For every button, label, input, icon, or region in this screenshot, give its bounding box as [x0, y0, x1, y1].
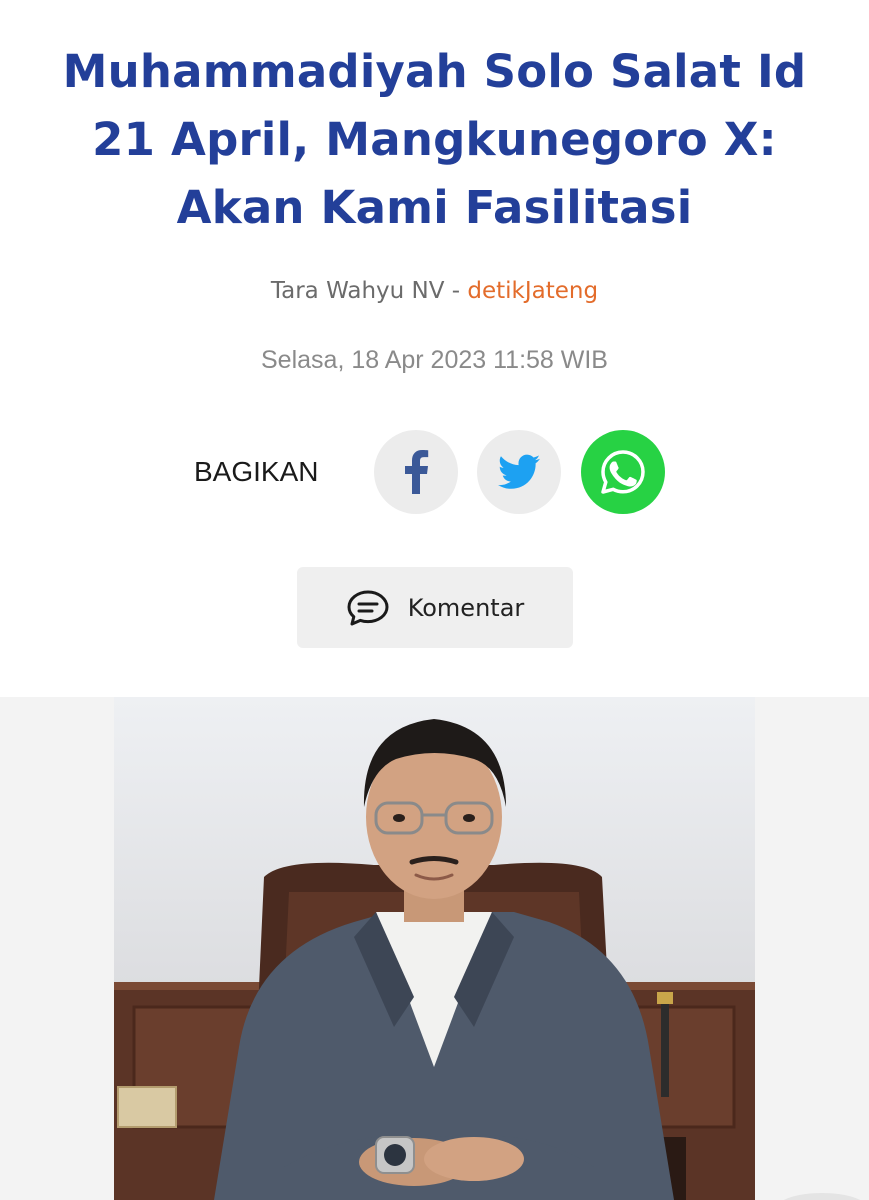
share-whatsapp-button[interactable]: [581, 430, 665, 514]
twitter-icon: [498, 454, 540, 489]
share-twitter-button[interactable]: [477, 430, 561, 514]
share-bar: BAGIKAN: [0, 430, 869, 516]
scroll-indicator: [777, 1193, 867, 1200]
author-name: Tara Wahyu NV: [270, 278, 445, 304]
portrait-illustration: [114, 697, 755, 1200]
source-link[interactable]: detikJateng: [467, 278, 598, 304]
article-headline: Muhammadiyah Solo Salat Id 21 April, Man…: [20, 38, 849, 242]
publish-date: Selasa, 18 Apr 2023 11:58 WIB: [261, 346, 608, 374]
comment-button[interactable]: Komentar: [297, 567, 573, 648]
headline-line-2: 21 April, Mangkunegoro X:: [92, 113, 777, 166]
article-photo[interactable]: [114, 697, 755, 1200]
byline-separator: -: [444, 278, 468, 304]
byline: Tara Wahyu NV - detikJateng: [0, 278, 869, 304]
headline-line-1: Muhammadiyah Solo Salat Id: [62, 45, 807, 98]
whatsapp-icon: [601, 450, 645, 494]
article-image-area: [0, 697, 869, 1200]
speech-bubble-icon: [347, 590, 389, 625]
headline-line-3: Akan Kami Fasilitasi: [176, 181, 693, 234]
facebook-icon: [405, 450, 429, 494]
comment-label: Komentar: [407, 593, 525, 622]
share-facebook-button[interactable]: [374, 430, 458, 514]
share-label: BAGIKAN: [194, 456, 319, 487]
